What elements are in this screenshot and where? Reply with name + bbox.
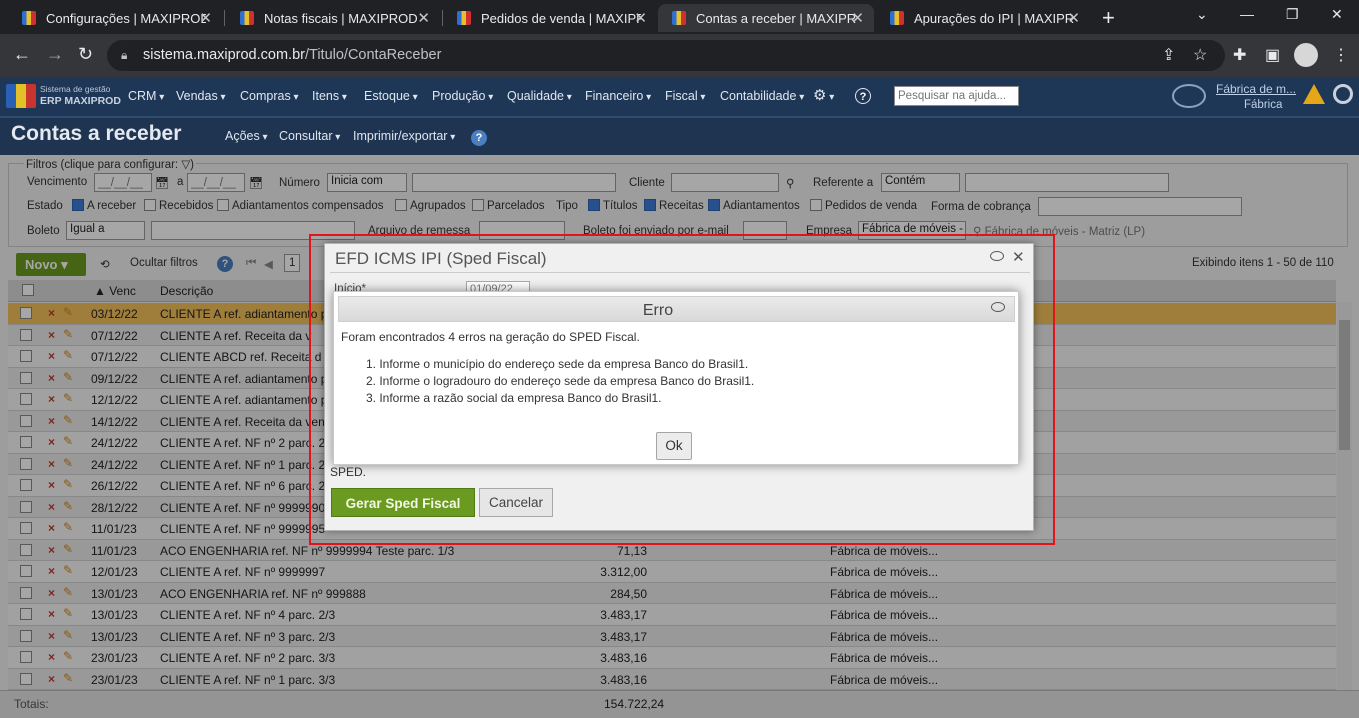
menu-producao[interactable]: Produção xyxy=(432,89,493,103)
chat-bubble-icon[interactable] xyxy=(1172,84,1206,108)
menu-contabilidade[interactable]: Contabilidade xyxy=(720,89,804,103)
maxiprod-favicon-icon xyxy=(457,11,471,25)
warning-icon[interactable] xyxy=(1303,84,1325,104)
minimize-icon[interactable]: — xyxy=(1240,6,1254,22)
company-selector[interactable]: Fábrica xyxy=(1244,99,1282,111)
power-logout-icon[interactable] xyxy=(1333,84,1353,104)
settings-gear-icon[interactable]: ⚙ xyxy=(813,86,834,104)
reload-icon[interactable]: ↻ xyxy=(78,44,93,65)
maxiprod-favicon-icon xyxy=(672,11,686,25)
company-link[interactable]: Fábrica de m... xyxy=(1216,82,1296,96)
close-tab-icon[interactable]: ✕ xyxy=(634,9,647,27)
maxiprod-favicon-icon xyxy=(240,11,254,25)
restore-icon[interactable]: ❐ xyxy=(1286,6,1299,23)
help-icon[interactable]: ? xyxy=(855,88,871,104)
page-title-bar xyxy=(0,116,1359,155)
menu-qualidade[interactable]: Qualidade xyxy=(507,89,572,103)
browser-tab-pedidos-venda[interactable]: Pedidos de venda | MAXIPROD✕ xyxy=(443,4,657,32)
browser-tab-notas-fiscais[interactable]: Notas fiscais | MAXIPROD ✕ xyxy=(226,4,440,32)
menu-consultar[interactable]: Consultar xyxy=(279,129,340,143)
window-close-icon[interactable]: ✕ xyxy=(1331,6,1343,23)
logo-subtitle: Sistema de gestão xyxy=(40,84,111,94)
new-tab-icon[interactable]: + xyxy=(1102,5,1115,31)
menu-estoque[interactable]: Estoque xyxy=(364,89,418,103)
side-panel-icon[interactable]: ▣ xyxy=(1265,45,1280,65)
menu-financeiro[interactable]: Financeiro xyxy=(585,89,651,103)
close-tab-icon[interactable]: ✕ xyxy=(851,9,864,27)
maxiprod-favicon-icon xyxy=(890,11,904,25)
menu-acoes[interactable]: Ações xyxy=(225,129,268,143)
close-tab-icon[interactable]: ✕ xyxy=(1067,9,1080,27)
chevron-down-icon[interactable]: ⌄ xyxy=(1196,6,1208,23)
menu-fiscal[interactable]: Fiscal xyxy=(665,89,705,103)
highlight-annotation xyxy=(309,234,1055,545)
bookmark-star-icon[interactable]: ☆ xyxy=(1193,45,1207,65)
extensions-puzzle-icon[interactable]: ✚ xyxy=(1233,45,1246,65)
help-search-input[interactable] xyxy=(894,86,1019,106)
menu-vendas[interactable]: Vendas xyxy=(176,89,226,103)
browser-tab-contas-receber[interactable]: Contas a receber | MAXIPROD✕ xyxy=(658,4,874,32)
menu-imprimir-exportar[interactable]: Imprimir/exportar xyxy=(353,129,455,143)
page-title: Contas a receber xyxy=(11,122,182,145)
browser-tab-configuracoes[interactable]: Configurações | MAXIPROD ✕ xyxy=(8,4,222,32)
maxiprod-logo xyxy=(6,84,36,108)
back-arrow-icon[interactable]: ← xyxy=(13,44,31,65)
profile-avatar[interactable] xyxy=(1294,43,1318,67)
close-tab-icon[interactable]: ✕ xyxy=(417,9,430,27)
page-help-icon[interactable]: ? xyxy=(471,130,487,146)
maxiprod-favicon-icon xyxy=(22,11,36,25)
kebab-menu-icon[interactable]: ⋮ xyxy=(1333,45,1349,65)
lock-icon: 🔒︎ xyxy=(121,48,128,62)
menu-crm[interactable]: CRM xyxy=(128,89,164,103)
address-bar[interactable]: 🔒︎ sistema.maxiprod.com.br/Titulo/ContaRe… xyxy=(107,40,1225,71)
menu-itens[interactable]: Itens xyxy=(312,89,347,103)
close-tab-icon[interactable]: ✕ xyxy=(199,9,212,27)
forward-arrow-icon[interactable]: → xyxy=(46,44,64,65)
menu-compras[interactable]: Compras xyxy=(240,89,299,103)
share-icon[interactable]: ⇪ xyxy=(1162,45,1175,65)
logo-title: ERP MAXIPROD xyxy=(40,95,121,107)
browser-tab-apuracoes-ipi[interactable]: Apurações do IPI | MAXIPROD✕ xyxy=(876,4,1090,32)
